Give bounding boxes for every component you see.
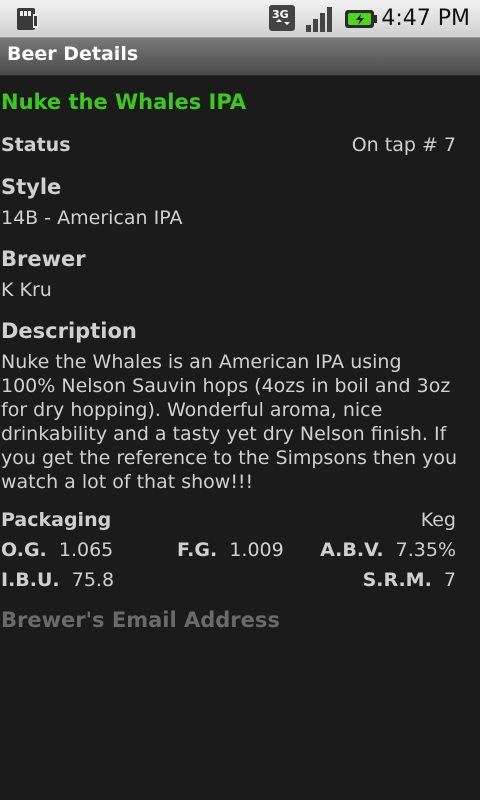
srm-value: 7 xyxy=(443,569,456,591)
abv-value: 7.35% xyxy=(395,539,456,561)
gravity-row: O.G. 1.065 F.G. 1.009 A.B.V. 7.35% xyxy=(1,539,456,565)
status-bar: 3G 4:47 PM xyxy=(0,0,480,38)
battery-charging-icon xyxy=(345,10,377,28)
description-heading: Description xyxy=(1,319,137,343)
ibu-group: I.B.U. 75.8 xyxy=(1,569,114,591)
page-title: Beer Details xyxy=(7,43,139,65)
bitterness-row: I.B.U. 75.8 S.R.M. 7 xyxy=(1,569,456,595)
network-type-label: 3G xyxy=(272,8,289,21)
signal-strength-icon xyxy=(306,7,332,32)
og-label: O.G. xyxy=(1,539,47,561)
brewer-value: K Kru xyxy=(1,279,52,301)
style-heading: Style xyxy=(1,175,62,199)
brewer-email-link[interactable]: Brewer's Email Address xyxy=(1,608,280,632)
srm-group: S.R.M. 7 xyxy=(363,569,456,591)
status-label: Status xyxy=(1,134,71,156)
status-row: Status On tap # 7 xyxy=(1,134,456,156)
fg-label: F.G. xyxy=(177,539,218,561)
style-value: 14B - American IPA xyxy=(1,207,183,229)
abv-group: A.B.V. 7.35% xyxy=(320,539,456,561)
ibu-value: 75.8 xyxy=(71,569,115,591)
packaging-value: Keg xyxy=(420,509,456,531)
beer-name: Nuke the Whales IPA xyxy=(1,90,247,114)
og-value: 1.065 xyxy=(58,539,114,561)
3g-data-icon: 3G xyxy=(269,5,295,31)
status-time: 4:47 PM xyxy=(381,6,470,31)
og-group: O.G. 1.065 xyxy=(1,539,113,561)
packaging-row: Packaging Keg xyxy=(1,509,456,531)
fg-value: 1.009 xyxy=(229,539,284,561)
status-value: On tap # 7 xyxy=(351,134,456,156)
packaging-label: Packaging xyxy=(1,509,112,531)
sd-card-icon xyxy=(17,8,38,30)
description-text: Nuke the Whales is an American IPA using… xyxy=(1,351,458,493)
srm-label: S.R.M. xyxy=(362,569,432,591)
abv-label: A.B.V. xyxy=(320,539,384,561)
fg-group: F.G. 1.009 xyxy=(177,539,284,561)
brewer-heading: Brewer xyxy=(1,247,86,271)
ibu-label: I.B.U. xyxy=(1,569,60,591)
title-bar: Beer Details xyxy=(0,38,480,76)
